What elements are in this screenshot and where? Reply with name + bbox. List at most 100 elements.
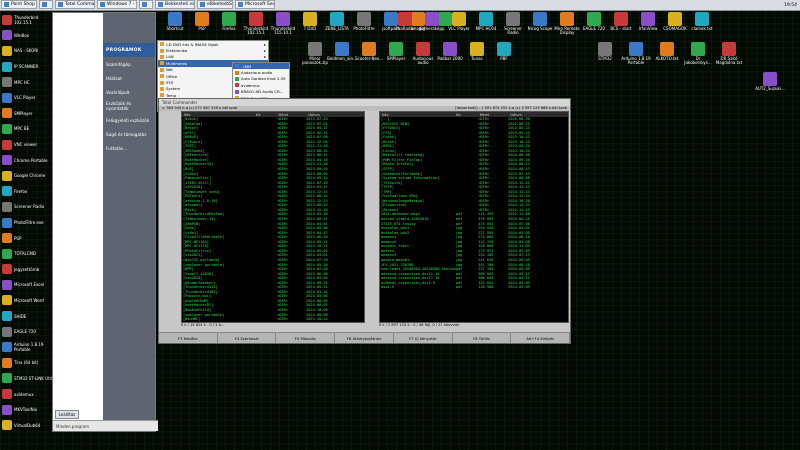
left-desktop-icon[interactable]: MPC HC <box>0 74 52 90</box>
start-menu-link[interactable]: Súgó és támogatás <box>103 127 155 141</box>
left-desktop-icon[interactable]: SHIDE <box>0 308 52 324</box>
multimedia-menu-item[interactable]: BRAVO-HD Audio CR... <box>233 89 289 95</box>
file-row[interactable]: dsz1-9 pdf 118 500 2024.03.09 <box>380 285 568 290</box>
shutdown-button[interactable]: Leállítás <box>55 410 79 419</box>
multimedia-menu-item[interactable]: Auto Gordian Knot 2.55 <box>233 76 289 82</box>
taskbar-button[interactable] <box>39 0 53 9</box>
left-desktop-icon[interactable]: TOTALCMD <box>0 246 52 262</box>
desktop-icon[interactable]: DR Szitó Magdolna.txt <box>714 42 744 66</box>
programs-header[interactable]: PROGRAMOK <box>103 43 155 57</box>
desktop-icon[interactable]: Audacious audio <box>408 42 438 66</box>
desktop-icon[interactable]: CSOMAGOK <box>660 12 690 31</box>
desktop-icon[interactable]: Firefox <box>214 12 244 31</box>
desktop-icon[interactable]: ALKOTO.txt <box>652 42 682 61</box>
left-desktop-icon[interactable]: EAGLE 720 <box>0 324 52 340</box>
desktop-icon[interactable]: PhotoFiltre <box>349 12 379 31</box>
desktop-icon[interactable]: Tunac <box>462 42 492 61</box>
left-desktop-icon[interactable]: Thunderbird 102.15.1 <box>0 12 52 28</box>
left-desktop-icon[interactable]: VLC Player <box>0 90 52 106</box>
column-header-m[interactable]: Méret <box>276 113 306 117</box>
left-desktop-icon[interactable]: Jegyzettömb <box>0 262 52 278</box>
column-header-d[interactable]: Dátum <box>306 113 364 117</box>
left-desktop-icon[interactable]: MKVToolNix <box>0 402 52 418</box>
taskbar-button[interactable]: Bekkesteli rosszak <box>155 0 195 9</box>
desktop-icon[interactable]: Nicog Scope <box>525 12 555 31</box>
column-header-k[interactable]: Kit. <box>254 113 277 117</box>
desktop-icon[interactable]: IrfanView <box>633 12 663 31</box>
desktop-icon[interactable]: Podbar 2000 <box>435 42 465 61</box>
function-key-button[interactable]: F5 Másolás <box>276 333 336 343</box>
right-file-panel[interactable]: Név Kit. Méret Dátum [..] <DIR> 2020.08.30 [REC… <box>379 111 569 323</box>
desktop-icon[interactable]: Screener Radio <box>498 12 528 36</box>
left-desktop-icon[interactable]: PSP <box>0 230 52 246</box>
desktop-icon[interactable]: Minor panaszok.zip <box>300 42 330 66</box>
desktop-icon[interactable]: Miro Remote Display <box>552 12 582 36</box>
left-desktop-icon[interactable]: Tina (64 bit) <box>0 355 52 371</box>
column-header-m[interactable]: Méret <box>478 113 509 117</box>
desktop-icon[interactable]: Thunderbird 102.15.1 <box>241 12 271 36</box>
desktop-icon[interactable]: PSP <box>187 12 217 31</box>
left-desktop-icon[interactable]: NAS - SKORI <box>0 43 52 59</box>
desktop-icon[interactable]: AUT2_Suzuki... <box>755 72 785 91</box>
left-desktop-icon[interactable]: Firefox <box>0 184 52 200</box>
desktop-icon[interactable]: Thunderbird 115.10.1 <box>268 12 298 36</box>
start-menu-link[interactable]: Vezérlőpult <box>103 85 155 99</box>
left-desktop-icon[interactable]: IP SCANNER <box>0 59 52 75</box>
left-desktop-icon[interactable]: VNC viewer <box>0 137 52 153</box>
left-desktop-icon[interactable]: PhotoFiltre.exe <box>0 215 52 231</box>
taskbar-button[interactable]: Windows 7 - PRO... <box>97 0 137 9</box>
column-header-d[interactable]: Dátum <box>508 113 568 117</box>
start-menu-link[interactable]: Eszközök és nyomtatók <box>103 99 155 113</box>
function-key-button[interactable]: F8 Törlés <box>453 333 512 343</box>
desktop-icon[interactable]: ZENE_LISTA <box>322 12 352 31</box>
function-key-button[interactable]: Alt+F4 Kilépés <box>511 333 571 343</box>
desktop-icon[interactable]: BCS - start <box>606 12 636 31</box>
desktop-icon[interactable]: Beidmen_ain... <box>327 42 357 61</box>
function-key-button[interactable]: F4 Szerkeszt <box>218 333 277 343</box>
taskbar-button[interactable]: eBiketesbStyy) 1... <box>197 0 233 9</box>
taskbar-button[interactable]: Paint Shop Pro <box>1 0 37 9</box>
desktop-icon[interactable]: Arduino 1.8.19 Portable <box>621 42 651 66</box>
desktop-icon[interactable]: Shortcut <box>160 12 190 31</box>
function-key-button[interactable]: F3 Nézőke <box>159 333 218 343</box>
desktop-icon[interactable]: PhaRadar <box>390 12 420 31</box>
desktop-icon[interactable]: SMPlayer <box>381 42 411 61</box>
start-menu-link[interactable]: Számítógép <box>103 57 155 71</box>
left-desktop-icon[interactable]: Google Chrome <box>0 168 52 184</box>
column-header-n[interactable]: Név <box>380 113 454 117</box>
desktop-icon[interactable]: VLC Player <box>444 12 474 31</box>
start-search-input[interactable]: Minden program <box>53 420 158 431</box>
function-key-button[interactable]: F7 Új könyvtár <box>394 333 453 343</box>
desktop-icon[interactable]: clamek.txt <box>687 12 717 31</box>
left-desktop-icon[interactable]: Screener Radio <box>0 199 52 215</box>
desktop-icon[interactable]: PBF <box>489 42 519 61</box>
desktop-icon[interactable]: Kameraképp <box>417 12 447 31</box>
desktop-icon[interactable]: Dr Jakoberskys... <box>683 42 713 66</box>
left-file-panel[interactable]: Név Kit. Méret Dátum [Dokuk] <DIR> 2023.07.28[… <box>181 111 365 323</box>
left-desktop-icon[interactable]: SMPlayer <box>0 106 52 122</box>
left-desktop-icon[interactable]: Chrome Portable <box>0 152 52 168</box>
left-desktop-icon[interactable]: Microsoft Word <box>0 293 52 309</box>
left-desktop-icon[interactable]: avidemux <box>0 386 52 402</box>
clock[interactable]: 19:54 <box>784 3 797 8</box>
desktop-icon[interactable]: STM32 <box>590 42 620 61</box>
left-desktop-icon[interactable]: VirtualDub64 <box>0 417 52 433</box>
start-menu-link[interactable]: Felügyeleti eszközök <box>103 113 155 127</box>
desktop-icon[interactable]: EAGLE 720 <box>579 12 609 31</box>
desktop-icon[interactable]: T DVD <box>295 12 325 31</box>
start-menu-link[interactable]: Futtatás... <box>103 141 155 155</box>
left-desktop-icon[interactable]: MPC BE <box>0 121 52 137</box>
left-desktop-icon[interactable]: WinBox <box>0 28 52 44</box>
desktop-icon[interactable]: MPC HC64 <box>471 12 501 31</box>
taskbar-button[interactable] <box>139 0 153 9</box>
function-key-button[interactable]: F6 Áthelyez/Átnev <box>335 333 394 343</box>
left-desktop-icon[interactable]: STM32 ST-LINK Util <box>0 371 52 387</box>
column-header-n[interactable]: Név <box>182 113 254 117</box>
column-header-k[interactable]: Kit. <box>454 113 478 117</box>
taskbar-button[interactable]: Microsoft Security... <box>235 0 275 9</box>
left-desktop-icon[interactable]: Microsoft Excel <box>0 277 52 293</box>
left-desktop-icon[interactable]: Arduino 1.8.19 Portable <box>0 339 52 355</box>
start-menu-link[interactable]: Hálózat <box>103 71 155 85</box>
desktop-icon[interactable]: Scooter-Nex... <box>354 42 384 61</box>
taskbar-button[interactable]: Total Commander <box>55 0 95 9</box>
